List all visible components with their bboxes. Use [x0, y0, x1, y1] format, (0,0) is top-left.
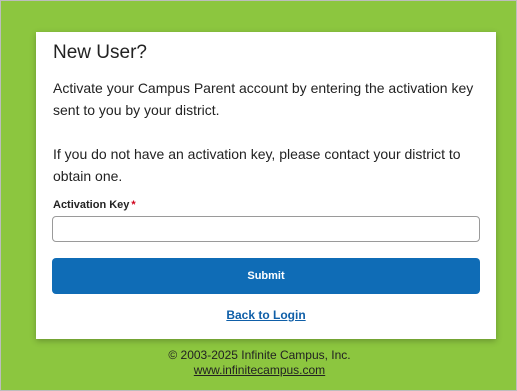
website-link[interactable]: www.infinitecampus.com	[194, 363, 325, 377]
activation-key-label-text: Activation Key	[53, 199, 130, 211]
copyright-text: © 2003-2025 Infinite Campus, Inc.	[168, 348, 351, 362]
help-text: If you do not have an activation key, pl…	[53, 146, 461, 184]
submit-button[interactable]: Submit	[52, 258, 480, 294]
intro-text: Activate your Campus Parent account by e…	[53, 80, 474, 118]
page-background: New User? Activate your Campus Parent ac…	[0, 0, 517, 391]
required-marker: *	[131, 199, 136, 211]
activation-key-label: Activation Key *	[53, 199, 136, 211]
new-user-card: New User? Activate your Campus Parent ac…	[36, 32, 496, 339]
footer: © 2003-2025 Infinite Campus, Inc. www.in…	[1, 348, 517, 378]
card-title: New User?	[53, 42, 147, 63]
back-to-login-link[interactable]: Back to Login	[36, 308, 496, 322]
activation-key-input[interactable]	[52, 216, 480, 242]
